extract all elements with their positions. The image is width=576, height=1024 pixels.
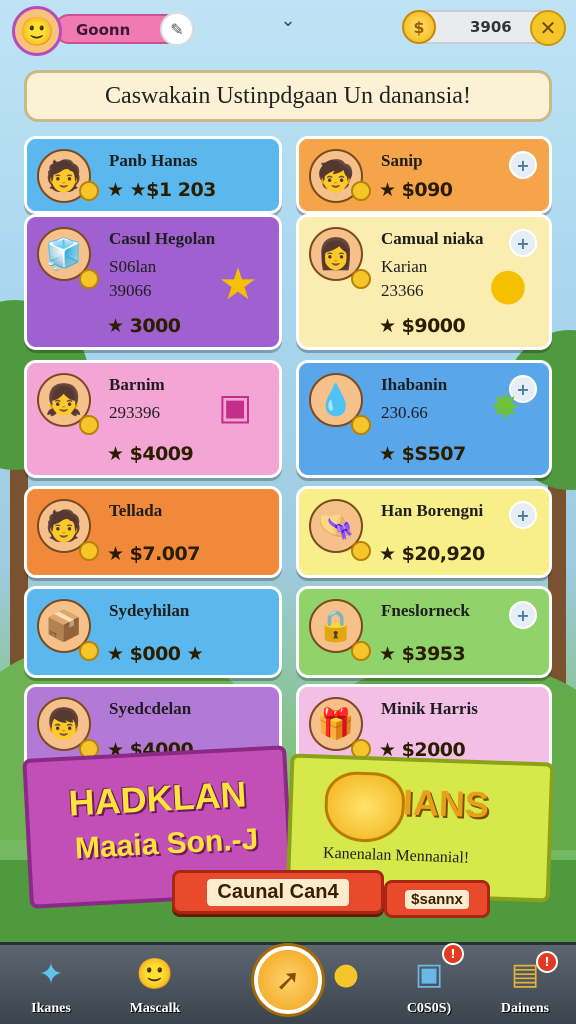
- nav-label: Dainens: [500, 1001, 550, 1016]
- avatar-face-icon: 🙂: [19, 14, 55, 48]
- promo-left-title: HADKLAN: [67, 773, 248, 824]
- coin-icon: $: [402, 10, 436, 44]
- nav-item-drop[interactable]: ●: [316, 951, 376, 1023]
- card-price: ★ $7.007: [107, 543, 200, 565]
- card-price: ★ $3953: [379, 643, 466, 665]
- currency-value: 3906: [470, 18, 512, 36]
- card-title: Barnim: [109, 375, 165, 394]
- promo-right-title: IANS: [402, 781, 490, 826]
- gem-icon: ✸: [489, 386, 521, 428]
- add-button[interactable]: +: [509, 151, 537, 179]
- drop-icon: ●: [332, 956, 360, 992]
- card-subtitle: S06lan: [109, 257, 157, 276]
- promo-right-cta-label: $sannx: [405, 889, 469, 909]
- top-bar: Goonn 🙂 ✎ ⌄ $ 3906 ✕: [0, 0, 576, 56]
- add-button[interactable]: +: [509, 229, 537, 257]
- coin-icon: [351, 415, 371, 435]
- coin-icon: [351, 181, 371, 201]
- shop-card[interactable]: 👧 Barnim 293396 ★ $4009 ▣: [24, 360, 282, 478]
- nav-item-ikanes[interactable]: ✦ Ikanes: [6, 951, 96, 1023]
- close-icon: ✕: [539, 16, 557, 40]
- player-avatar[interactable]: 🙂: [12, 6, 62, 56]
- card-title: Ihabanin: [381, 375, 448, 394]
- shop-card[interactable]: 💧 Ihabanin 230.66 ★ $S507 + ✸: [296, 360, 552, 478]
- gold-coin-icon: ●: [488, 258, 528, 310]
- card-price: ★ $S507: [379, 443, 466, 465]
- nav-label: C0S0S): [406, 1001, 452, 1016]
- nav-label: Mascalk: [129, 1001, 181, 1016]
- shop-card[interactable]: 📦 Sydeyhilan ★ $000 ★: [24, 586, 282, 678]
- card-title: Han Borengni: [381, 501, 484, 520]
- coin-icon: [351, 641, 371, 661]
- card-detail: 39066: [109, 281, 152, 300]
- card-price: ★ $20,920: [379, 543, 485, 565]
- nav-item-mascalk[interactable]: 🙂 Mascalk: [110, 951, 200, 1023]
- card-title: Panb Hanas: [109, 151, 198, 170]
- card-price: ★ $000 ★: [107, 643, 204, 665]
- chevron-down-icon[interactable]: ⌄: [276, 10, 300, 34]
- coin-icon: [79, 641, 99, 661]
- coin-icon: [351, 541, 371, 561]
- card-subtitle: Karian: [381, 257, 428, 276]
- shop-card[interactable]: 👒 Han Borengni ★ $20,920 +: [296, 486, 552, 578]
- notification-badge: !: [442, 943, 464, 965]
- coin-icon: [79, 541, 99, 561]
- promo-left-cta-label: Caunal Can4: [207, 878, 349, 906]
- card-title: Camual niaka: [381, 229, 484, 248]
- notification-badge: !: [536, 951, 558, 973]
- add-button[interactable]: +: [509, 601, 537, 629]
- nav-item-dainens[interactable]: ▤ Dainens !: [480, 951, 570, 1023]
- shop-card[interactable]: 👩 Camual niaka Karian 23366 ★ $9000 + ●: [296, 214, 552, 350]
- shop-card[interactable]: 🧒 Sanip ★ $090 +: [296, 136, 552, 214]
- shop-card[interactable]: 🔒 Fneslorneck ★ $3953 +: [296, 586, 552, 678]
- card-title: Tellada: [109, 501, 163, 520]
- character-icon: 🙂: [136, 956, 174, 992]
- card-price: ★ $9000: [379, 315, 466, 337]
- nav-label: Ikanes: [31, 1001, 71, 1016]
- edit-icon: ✎: [170, 19, 184, 39]
- nav-item-tools[interactable]: ▣ C0S0S) !: [384, 943, 474, 1023]
- gift-box-icon: ▣: [217, 386, 252, 428]
- promo-left-cta-button[interactable]: Caunal Can4: [172, 870, 384, 914]
- card-subtitle: 230.66: [381, 403, 428, 422]
- edit-name-button[interactable]: ✎: [160, 12, 194, 46]
- currency-display: $ 3906 ✕: [402, 10, 566, 46]
- coin-icon: [79, 269, 99, 289]
- close-button[interactable]: ✕: [530, 10, 566, 46]
- card-price: ★ $090: [379, 179, 453, 201]
- shop-card[interactable]: 🧑 Panb Hanas ★ ★$1 203: [24, 136, 282, 214]
- coin-icon: [79, 181, 99, 201]
- card-subtitle: 293396: [109, 403, 160, 422]
- card-title: Syedcdelan: [109, 699, 192, 718]
- card-title: Casul Hegolan: [109, 229, 216, 248]
- card-price: ★ $4009: [107, 443, 194, 465]
- card-detail: 23366: [381, 281, 424, 300]
- title-banner: Caswakain Ustinpdgaan Un danansia!: [24, 70, 552, 122]
- promo-right-cta-button[interactable]: $sannx: [384, 880, 490, 918]
- play-icon: ➚: [275, 962, 301, 998]
- shop-card[interactable]: 🧊 Casul Hegolan S06lan 39066 ★ 3000 ★: [24, 214, 282, 350]
- card-price: ★ ★$1 203: [107, 179, 216, 201]
- promo-left-subtitle: Maaia Son.-J: [74, 822, 260, 866]
- player-name: Goonn: [76, 21, 131, 39]
- heart-gem-icon: [323, 770, 406, 844]
- card-title: Sanip: [381, 151, 423, 170]
- promo-right-subtitle: Kanenalan Mennanial!: [322, 844, 470, 867]
- coin-icon: [351, 269, 371, 289]
- coin-icon: [79, 415, 99, 435]
- star-fish-icon: ✦: [38, 956, 64, 992]
- star-icon: ★: [218, 258, 258, 310]
- shop-card[interactable]: 🧑 Tellada ★ $7.007: [24, 486, 282, 578]
- card-price: ★ 3000: [107, 315, 181, 337]
- add-button[interactable]: +: [509, 501, 537, 529]
- card-title: Minik Harris: [381, 699, 478, 718]
- card-title: Sydeyhilan: [109, 601, 190, 620]
- play-button[interactable]: ➚: [254, 946, 322, 1014]
- card-title: Fneslorneck: [381, 601, 470, 620]
- banner-text: Caswakain Ustinpdgaan Un danansia!: [105, 82, 471, 109]
